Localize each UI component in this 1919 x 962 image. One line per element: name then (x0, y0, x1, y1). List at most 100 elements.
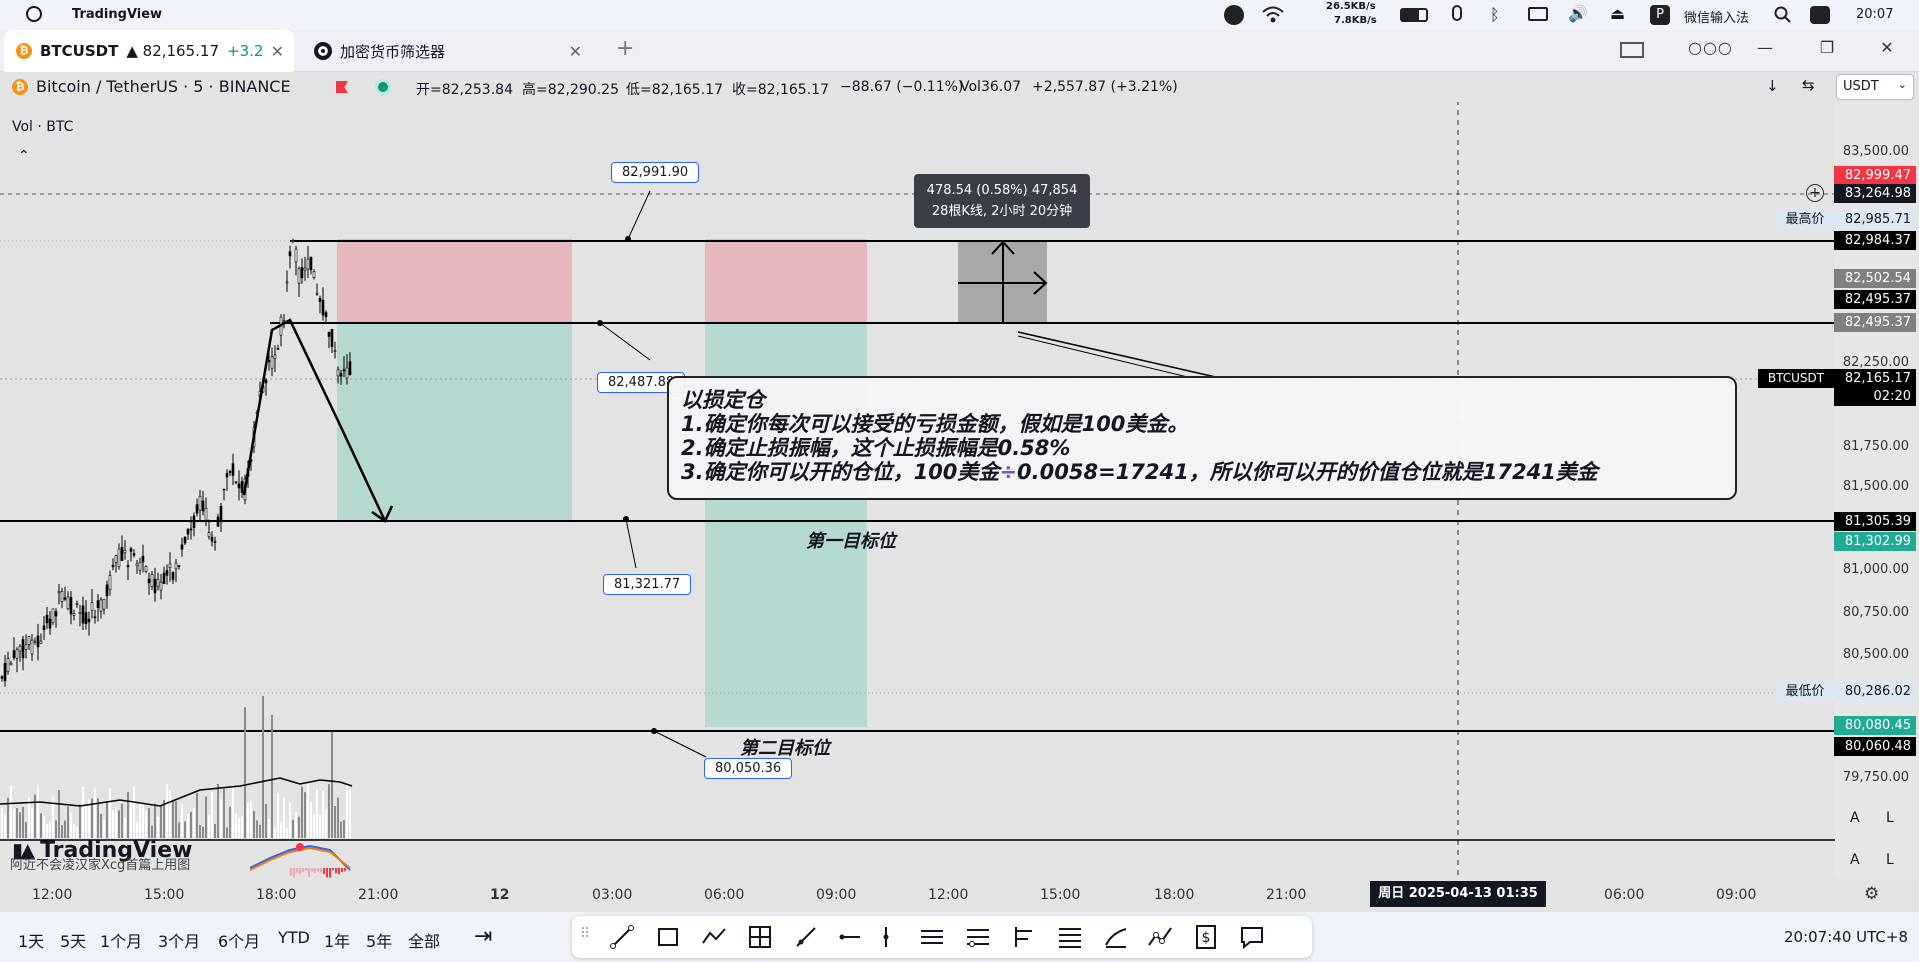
candle-body (177, 565, 181, 567)
close-icon[interactable]: ✕ (569, 42, 582, 61)
short-position-stop-zone-1[interactable] (337, 239, 572, 323)
volume-bar (247, 802, 249, 838)
volume-bar (307, 784, 309, 838)
system-clock: 20:07 (1856, 7, 1894, 22)
more-icon[interactable]: ○○○ (1688, 38, 1732, 64)
price-axis-label: 02:20 (1834, 387, 1916, 406)
parallel-channel-tool-icon[interactable] (918, 923, 946, 951)
high-price-tag: 最高价 (1776, 210, 1834, 229)
steam-icon[interactable] (1224, 5, 1244, 25)
candle-body (162, 572, 166, 585)
range-5d[interactable]: 5天 (60, 928, 86, 952)
volume-bar (40, 813, 42, 838)
range-5y[interactable]: 5年 (366, 928, 392, 952)
auto-scale-button[interactable]: A (1850, 810, 1860, 826)
tab-price: ▲ 82,165.17 (126, 42, 219, 60)
log-scale-button[interactable]: L (1886, 852, 1894, 868)
layout-icon[interactable] (1620, 38, 1646, 64)
crosshair-time-label: 周日 2025-04-13 01:35 (1370, 881, 1546, 907)
price-range-tool-icon[interactable]: $ (1192, 923, 1220, 951)
auto-scale-button[interactable]: A (1850, 852, 1860, 868)
currency-select[interactable]: USDT ⌄ (1836, 74, 1914, 100)
horizontal-ray-tool-icon[interactable] (836, 923, 864, 951)
sync-icon[interactable]: ⇆ (1802, 76, 1815, 94)
candle-body (285, 281, 289, 284)
time-axis[interactable]: 12:00 15:00 18:00 21:00 12 03:00 06:00 0… (0, 878, 1879, 912)
candle-body (138, 562, 142, 571)
log-scale-button[interactable]: L (1886, 810, 1894, 826)
pattern-tool-icon[interactable] (1146, 923, 1174, 951)
trend-line[interactable] (1017, 331, 1221, 379)
close-icon[interactable]: ✕ (271, 42, 284, 61)
ime-logo-icon[interactable]: P (1650, 5, 1670, 25)
pitchfork-tool-icon[interactable] (1010, 923, 1038, 951)
rectangle-tool-icon[interactable] (654, 923, 682, 951)
range-6m[interactable]: 6个月 (218, 928, 260, 952)
price-callout[interactable]: 81,321.77 (603, 574, 692, 595)
close-window-icon[interactable]: ✕ (1874, 38, 1900, 64)
candle-body (327, 331, 331, 337)
position-sizing-note[interactable]: 以损定仓 1.确定你每次可以接受的亏损金额，假如是100美金。 2.确定止损振幅… (667, 376, 1737, 500)
volume-bar (58, 790, 60, 838)
comment-tool-icon[interactable] (1238, 923, 1266, 951)
trend-line-tool-icon[interactable] (608, 923, 636, 951)
eject-icon[interactable]: ⏏ (1610, 4, 1625, 23)
add-alert-icon[interactable]: + (1806, 184, 1824, 202)
settings-gear-icon[interactable]: ⚙ (1864, 884, 1879, 904)
battery-icon[interactable] (1400, 8, 1428, 22)
volume-bar (265, 804, 267, 838)
display-icon[interactable] (1528, 7, 1548, 21)
candle-body (36, 635, 40, 648)
candle-body (45, 614, 49, 624)
bluetooth-icon[interactable]: ᛒ (1490, 5, 1500, 24)
range-all[interactable]: 全部 (408, 928, 440, 952)
arrow-down-icon[interactable]: ↓ (1766, 77, 1779, 95)
fib-retracement-tool-icon[interactable] (964, 923, 992, 951)
wifi-icon[interactable] (1262, 6, 1284, 24)
path-tool-icon[interactable] (700, 923, 728, 951)
candle-body (189, 528, 193, 531)
range-1y[interactable]: 1年 (324, 928, 350, 952)
range-1d[interactable]: 1天 (18, 928, 44, 952)
volume-bar (139, 802, 141, 838)
microphone-icon[interactable] (1452, 5, 1462, 21)
tab-crypto-screener[interactable]: 加密货币筛选器 ✕ (302, 30, 592, 72)
flag-icon[interactable] (336, 81, 348, 93)
brush-tool-icon[interactable] (1102, 923, 1130, 951)
minimize-icon[interactable]: — (1752, 38, 1778, 64)
note-step-2: 2.确定止损振幅，这个止损振幅是0.58% (681, 436, 1071, 460)
candle-body (186, 529, 190, 535)
restore-icon[interactable]: ❐ (1814, 38, 1840, 64)
ray-tool-icon[interactable] (792, 923, 820, 951)
range-3m[interactable]: 3个月 (158, 928, 200, 952)
short-position-stop-zone-2[interactable] (705, 239, 867, 323)
crosshair-tool-icon[interactable] (746, 923, 774, 951)
volume-bar (79, 804, 81, 838)
gann-fan-tool-icon[interactable] (1056, 923, 1084, 951)
volume-bar (208, 814, 210, 838)
histogram-bar (326, 868, 328, 878)
candle-body (120, 546, 124, 561)
price-callout[interactable]: 82,991.90 (611, 162, 700, 183)
candle-body (282, 320, 286, 322)
histogram-bar (305, 868, 307, 871)
vertical-line-tool-icon[interactable] (872, 923, 900, 951)
price-axis-label: 82,165.17 (1834, 369, 1916, 388)
speaker-icon[interactable]: 🔊 (1568, 4, 1588, 23)
drag-handle-icon[interactable]: ⠿ (580, 926, 590, 942)
symbol-title[interactable]: Bitcoin / TetherUS · 5 · BINANCE (36, 77, 291, 96)
search-icon[interactable] (1774, 6, 1792, 24)
trend-line[interactable] (1017, 335, 1201, 381)
new-tab-icon[interactable]: + (616, 36, 634, 61)
ime-label[interactable]: 微信输入法 (1684, 7, 1749, 26)
date-range-icon[interactable]: ⇥ (474, 924, 492, 949)
candle-body (27, 636, 31, 645)
range-ytd[interactable]: YTD (278, 928, 310, 947)
tab-btcusdt[interactable]: ₿ BTCUSDT ▲ 82,165.17 +3.2 ✕ (4, 30, 294, 72)
range-1m[interactable]: 1个月 (100, 928, 142, 952)
candle-body (306, 258, 310, 270)
control-center-icon[interactable] (1810, 6, 1830, 24)
volume-bar (145, 811, 147, 838)
price-callout[interactable]: 80,050.36 (704, 758, 793, 779)
utc-clock[interactable]: 20:07:40 UTC+8 (1784, 928, 1908, 946)
